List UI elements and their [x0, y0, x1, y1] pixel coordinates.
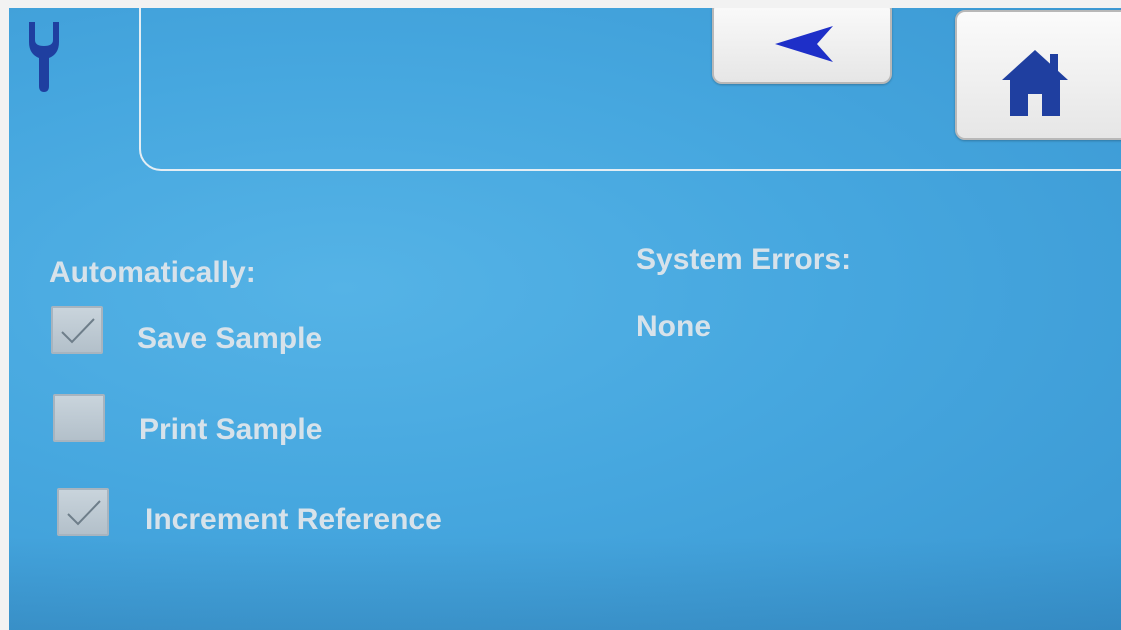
increment-reference-checkbox[interactable] [57, 488, 109, 536]
checkmark-icon [61, 318, 95, 344]
home-icon [1002, 50, 1068, 116]
home-button[interactable] [955, 10, 1121, 140]
back-button[interactable] [712, 8, 892, 84]
save-sample-label: Save Sample [137, 322, 323, 355]
increment-reference-label: Increment Reference [145, 503, 442, 536]
system-errors-heading: System Errors: [636, 243, 852, 276]
back-arrow-icon [775, 26, 833, 62]
print-sample-checkbox[interactable] [53, 394, 105, 442]
checkmark-icon [67, 500, 101, 526]
save-sample-checkbox[interactable] [51, 306, 103, 354]
print-sample-label: Print Sample [139, 413, 323, 446]
wrench-tab[interactable] [19, 14, 69, 94]
system-errors-value: None [636, 310, 711, 343]
automatically-heading: Automatically: [49, 256, 256, 289]
settings-screen: Automatically: Save Sample Print Sample … [9, 8, 1121, 630]
wrench-icon [29, 22, 59, 92]
